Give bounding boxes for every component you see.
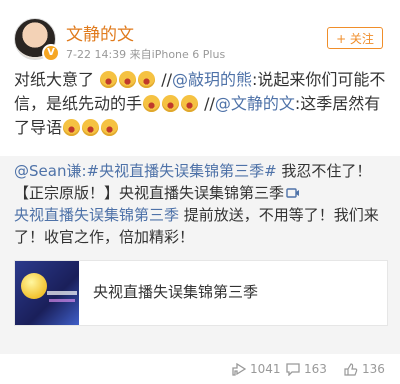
tears-of-joy-emoji-icon: [181, 95, 199, 112]
tears-of-joy-emoji-icon: [162, 95, 180, 112]
repost-text: @Sean谦:#央视直播失误集锦第三季# 我忍不住了！【正宗原版！】央视直播失误…: [14, 160, 392, 248]
post-meta: 7-22 14:39 来自iPhone 6 Plus: [66, 48, 226, 61]
thumbnail-caption-bar: [47, 291, 77, 295]
topic-link[interactable]: 央视直播失误集锦第三季: [14, 206, 179, 224]
post-text-segment: 对纸大意了: [14, 70, 95, 89]
tears-of-joy-emoji-icon: [82, 119, 100, 136]
video-thumbnail[interactable]: [15, 261, 79, 325]
like-count: 136: [362, 362, 385, 376]
video-card[interactable]: 央视直播失误集锦第三季: [14, 260, 388, 326]
smiley-face-icon: [21, 273, 47, 299]
action-bar: 1041 163 136: [0, 354, 400, 384]
comment-icon: [286, 362, 300, 376]
mention-link[interactable]: @Sean谦: [14, 162, 81, 180]
thumbnail-caption-bar: [49, 299, 75, 302]
post-text-segment: //: [156, 70, 172, 89]
verified-badge-icon: V: [42, 44, 60, 62]
repost-button[interactable]: 1041: [232, 362, 281, 376]
laughing-emoji-icon: [119, 71, 137, 88]
video-card-title: 央视直播失误集锦第三季: [93, 283, 259, 301]
follow-button[interactable]: + 关注: [327, 27, 383, 49]
tears-of-joy-emoji-icon: [101, 119, 119, 136]
topic-link[interactable]: :#央视直播失误集锦第三季#: [81, 162, 276, 180]
comment-button[interactable]: 163: [286, 362, 327, 376]
author-name[interactable]: 文静的文: [66, 20, 134, 45]
comment-count: 163: [304, 362, 327, 376]
tears-of-joy-emoji-icon: [63, 119, 81, 136]
mention-link[interactable]: @敲玥的熊: [172, 70, 252, 89]
post-text: 对纸大意了 //@敲玥的熊:说起来你们可能不信，是纸先动的手 //@文静的文:这…: [14, 68, 392, 140]
laughing-emoji-icon: [100, 71, 118, 88]
repost-count: 1041: [250, 362, 281, 376]
laughing-emoji-icon: [138, 71, 156, 88]
video-icon: [286, 188, 300, 198]
reposted-content[interactable]: @Sean谦:#央视直播失误集锦第三季# 我忍不住了！【正宗原版！】央视直播失误…: [0, 156, 400, 354]
thumbs-up-icon: [344, 362, 358, 376]
tears-of-joy-emoji-icon: [143, 95, 161, 112]
like-button[interactable]: 136: [344, 362, 385, 376]
post-text-segment: //: [199, 94, 215, 113]
mention-link[interactable]: @文静的文: [215, 94, 295, 113]
post-header: V 文静的文 7-22 14:39 来自iPhone 6 Plus + 关注: [0, 0, 400, 64]
repost-icon: [232, 362, 246, 376]
